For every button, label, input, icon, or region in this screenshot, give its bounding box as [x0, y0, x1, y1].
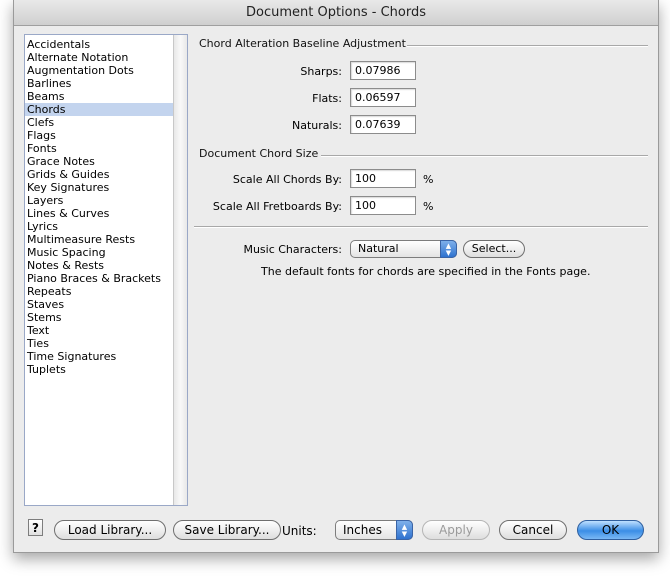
category-item[interactable]: Text: [25, 324, 173, 337]
category-item[interactable]: Piano Braces & Brackets: [25, 272, 173, 285]
sharps-label: Sharps:: [300, 65, 342, 78]
save-library-button[interactable]: Save Library...: [173, 520, 281, 540]
category-item[interactable]: Time Signatures: [25, 350, 173, 363]
category-item[interactable]: Key Signatures: [25, 181, 173, 194]
sharps-field[interactable]: [350, 61, 416, 80]
size-section-divider: [321, 155, 648, 157]
category-item[interactable]: Notes & Rests: [25, 259, 173, 272]
category-item[interactable]: Tuplets: [25, 363, 173, 376]
category-item[interactable]: Grids & Guides: [25, 168, 173, 181]
scale-fretboards-unit: %: [423, 200, 434, 213]
music-characters-popup[interactable]: Natural ▲ ▼: [350, 240, 457, 258]
naturals-label: Naturals:: [291, 119, 342, 132]
help-button[interactable]: ?: [28, 519, 43, 536]
category-item[interactable]: Stems: [25, 311, 173, 324]
size-section-title: Document Chord Size: [199, 147, 319, 160]
units-label: Units:: [282, 524, 317, 538]
cancel-button[interactable]: Cancel: [499, 520, 567, 540]
category-item[interactable]: Layers: [25, 194, 173, 207]
category-item[interactable]: Multimeasure Rests: [25, 233, 173, 246]
ok-button[interactable]: OK: [577, 520, 644, 540]
scale-chords-label: Scale All Chords By:: [232, 173, 342, 186]
units-value: Inches: [343, 523, 382, 537]
flats-field[interactable]: [350, 88, 416, 107]
category-item[interactable]: Clefs: [25, 116, 173, 129]
category-item[interactable]: Fonts: [25, 142, 173, 155]
naturals-field[interactable]: [350, 115, 416, 134]
category-item[interactable]: Music Spacing: [25, 246, 173, 259]
units-popup[interactable]: Inches ▲ ▼: [335, 520, 413, 540]
scale-chords-unit: %: [423, 173, 434, 186]
units-popup-arrows-icon: ▲ ▼: [396, 520, 413, 540]
category-item[interactable]: Barlines: [25, 77, 173, 90]
category-item[interactable]: Ties: [25, 337, 173, 350]
category-list-scrollbar[interactable]: [173, 35, 187, 505]
flats-label: Flats:: [312, 92, 342, 105]
window-title: Document Options - Chords: [14, 0, 658, 26]
category-item[interactable]: Alternate Notation: [25, 51, 173, 64]
load-library-button[interactable]: Load Library...: [54, 520, 166, 540]
music-characters-label: Music Characters:: [243, 243, 342, 256]
fonts-info-text: The default fonts for chords are specifi…: [261, 265, 591, 278]
scale-fretboards-label: Scale All Fretboards By:: [212, 200, 342, 213]
category-item[interactable]: Grace Notes: [25, 155, 173, 168]
select-button[interactable]: Select...: [463, 240, 525, 258]
category-list[interactable]: Accidentals Alternate Notation Augmentatio…: [24, 34, 188, 506]
category-list-items: Accidentals Alternate Notation Augmentatio…: [25, 38, 173, 376]
category-item[interactable]: Chords: [25, 103, 173, 116]
document-options-window: Document Options - Chords Accidentals Alt…: [13, 0, 659, 553]
baseline-section-title: Chord Alteration Baseline Adjustment: [199, 37, 406, 50]
category-item[interactable]: Flags: [25, 129, 173, 142]
category-item[interactable]: Lyrics: [25, 220, 173, 233]
scale-chords-field[interactable]: [350, 169, 416, 188]
popup-arrows-icon: ▲ ▼: [440, 240, 457, 258]
apply-button[interactable]: Apply: [422, 520, 490, 540]
category-item[interactable]: Beams: [25, 90, 173, 103]
scale-fretboards-field[interactable]: [350, 196, 416, 215]
music-characters-value: Natural: [358, 242, 399, 255]
music-section-divider: [194, 226, 648, 228]
category-item[interactable]: Lines & Curves: [25, 207, 173, 220]
baseline-section-divider: [407, 45, 648, 47]
category-item[interactable]: Accidentals: [25, 38, 173, 51]
category-item[interactable]: Staves: [25, 298, 173, 311]
category-item[interactable]: Repeats: [25, 285, 173, 298]
category-item[interactable]: Augmentation Dots: [25, 64, 173, 77]
